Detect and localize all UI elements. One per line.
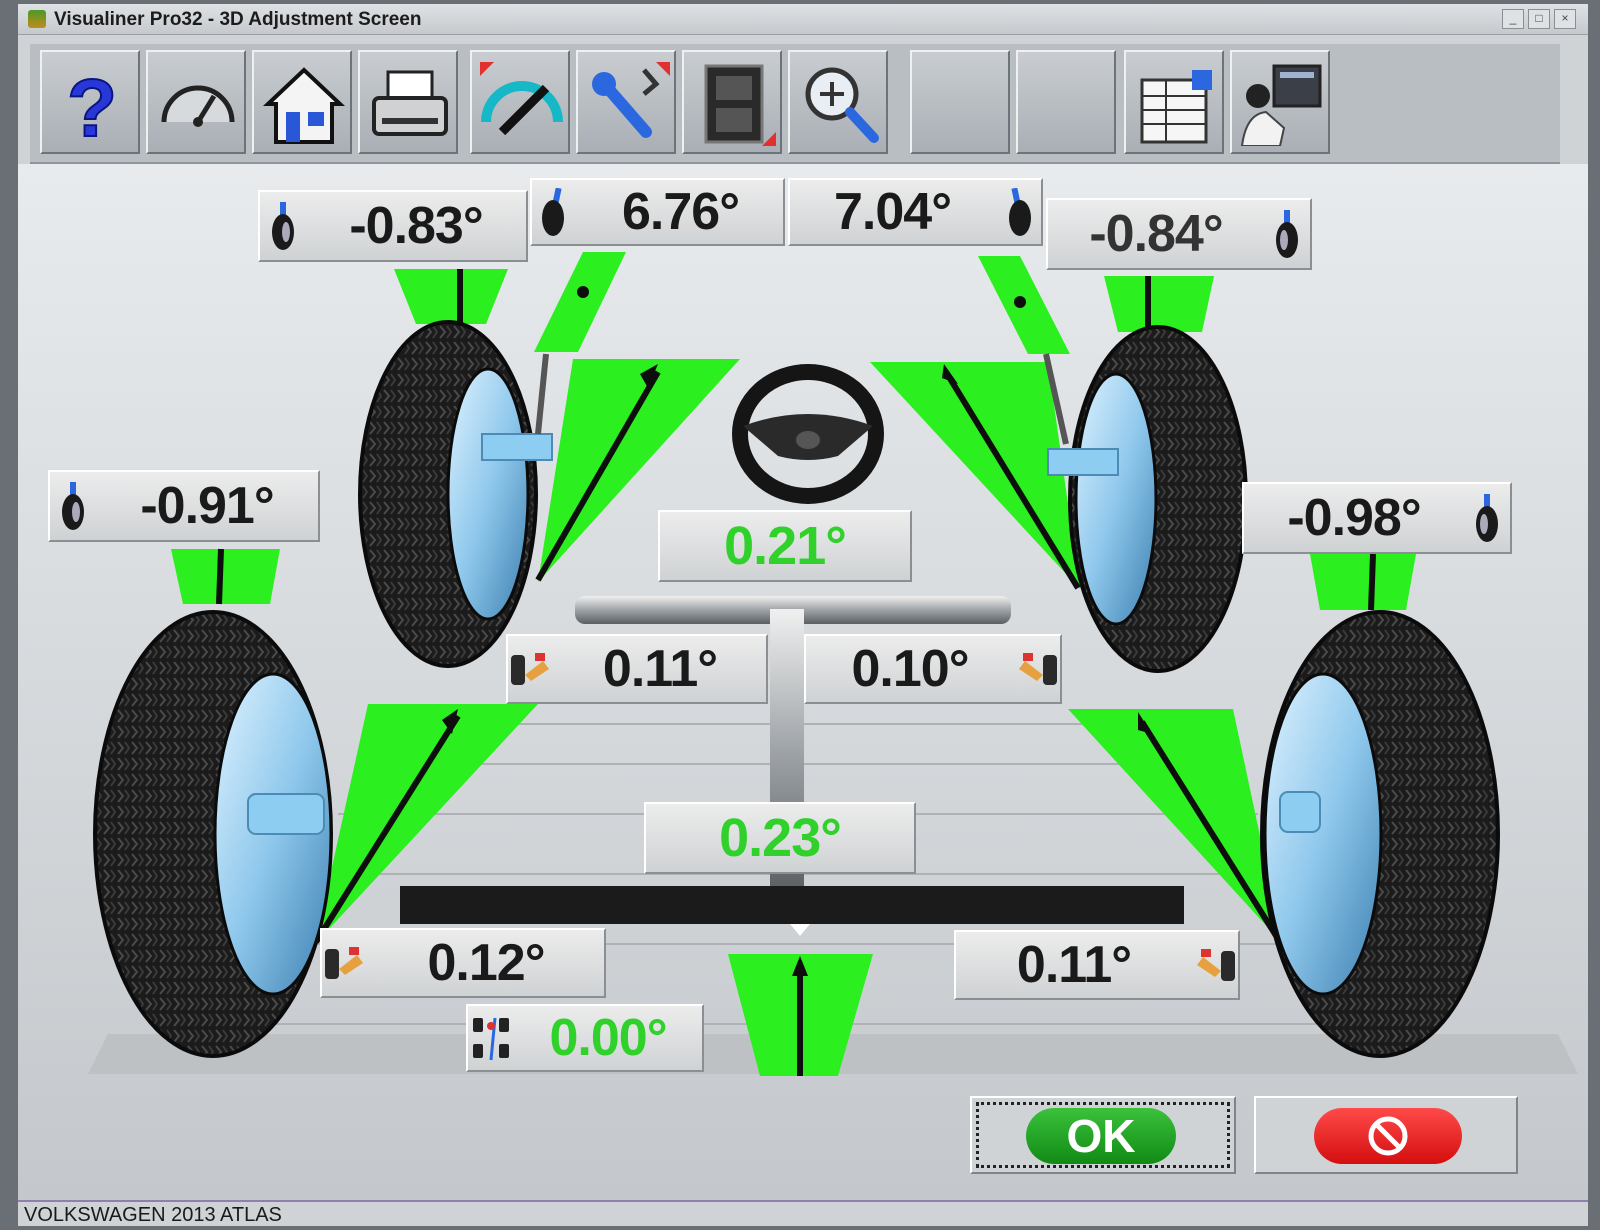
front-left-caster-value: 6.76° xyxy=(621,183,740,241)
app-window: Visualiner Pro32 - 3D Adjustment Screen … xyxy=(18,4,1588,1226)
gauge-button[interactable] xyxy=(146,50,246,154)
maximize-button[interactable]: □ xyxy=(1528,9,1550,29)
home-button[interactable] xyxy=(252,50,352,154)
protractor-icon xyxy=(480,62,563,136)
front-right-camber-readout[interactable]: -0.84° xyxy=(1046,198,1312,270)
vehicle-diagram xyxy=(18,164,1588,1226)
cancel-button[interactable] xyxy=(1254,1096,1518,1174)
front-right-caster-readout[interactable]: 7.04° xyxy=(788,178,1043,246)
house-icon xyxy=(262,67,346,144)
blank-button-2[interactable] xyxy=(1016,50,1116,154)
front-right-caster-value: 7.04° xyxy=(833,183,952,241)
thrust-angle-readout[interactable]: 0.00° xyxy=(466,1004,704,1072)
app-logo-icon xyxy=(28,10,46,28)
close-button[interactable]: × xyxy=(1554,9,1576,29)
thrust-angle-icon xyxy=(468,1012,514,1064)
minimize-button[interactable]: _ xyxy=(1502,9,1524,29)
blank-button-1[interactable] xyxy=(910,50,1010,154)
thrust-angle-value: 0.00° xyxy=(549,1009,667,1067)
rear-left-wheel xyxy=(93,610,333,1058)
adjust-button[interactable] xyxy=(576,50,676,154)
rear-total-toe-readout[interactable]: 0.23° xyxy=(644,802,916,874)
front-right-toe-readout[interactable]: 0.10° xyxy=(804,634,1062,704)
print-button[interactable] xyxy=(358,50,458,154)
rear-left-camber-readout[interactable]: -0.91° xyxy=(48,470,320,542)
magnifier-icon xyxy=(805,67,879,143)
camber-icon xyxy=(1464,492,1510,544)
toe-icon xyxy=(1014,643,1060,695)
cancel-pill xyxy=(1314,1108,1462,1164)
rear-right-camber-readout[interactable]: -0.98° xyxy=(1242,482,1512,554)
rear-right-wheel xyxy=(1260,610,1500,1058)
front-left-caster-readout[interactable]: 6.76° xyxy=(530,178,785,246)
svg-text:?: ? xyxy=(67,63,117,146)
rear-left-toe-value: 0.12° xyxy=(427,934,545,992)
front-right-camber-value: -0.84° xyxy=(1089,205,1223,263)
camber-icon xyxy=(260,200,306,252)
no-entry-icon xyxy=(1368,1116,1408,1156)
status-bar: VOLKSWAGEN 2013 ATLAS xyxy=(18,1200,1588,1226)
rear-left-toe-readout[interactable]: 0.12° xyxy=(320,928,606,998)
filmstrip-icon xyxy=(704,64,776,146)
wrench-icon xyxy=(592,62,670,138)
toe-icon xyxy=(322,937,368,989)
front-left-camber-readout[interactable]: -0.83° xyxy=(258,190,528,262)
rear-right-toe-value: 0.11° xyxy=(1016,936,1132,994)
question-mark-icon: ? xyxy=(66,62,118,146)
rear-right-camber-value: -0.98° xyxy=(1287,489,1421,547)
caster-icon xyxy=(995,186,1041,238)
printer-icon xyxy=(372,70,448,136)
help-button[interactable]: ? xyxy=(40,50,140,154)
front-left-toe-readout[interactable]: 0.11° xyxy=(506,634,768,704)
ok-button[interactable]: OK xyxy=(970,1096,1236,1174)
title-bar: Visualiner Pro32 - 3D Adjustment Screen … xyxy=(18,4,1588,35)
front-total-toe-value: 0.21° xyxy=(724,516,847,576)
front-left-camber-value: -0.83° xyxy=(349,197,483,255)
speedometer-icon xyxy=(161,85,235,127)
window-title: Visualiner Pro32 - 3D Adjustment Screen xyxy=(54,9,422,30)
front-right-toe-value: 0.10° xyxy=(851,640,969,698)
toe-icon xyxy=(508,643,554,695)
toe-icon xyxy=(1192,939,1238,991)
rear-total-toe-value: 0.23° xyxy=(719,808,842,868)
caster-icon xyxy=(532,186,578,238)
toolbar: ? xyxy=(30,44,1560,165)
spreadsheet-icon xyxy=(1140,70,1212,144)
spec-sheet-button[interactable] xyxy=(1124,50,1224,154)
vehicle-info: VOLKSWAGEN 2013 ATLAS xyxy=(24,1204,282,1226)
camber-icon xyxy=(50,480,96,532)
front-left-toe-value: 0.11° xyxy=(602,640,718,698)
camber-icon xyxy=(1264,208,1310,260)
film-button[interactable] xyxy=(682,50,782,154)
measure-button[interactable] xyxy=(470,50,570,154)
zoom-button[interactable] xyxy=(788,50,888,154)
rear-left-camber-value: -0.91° xyxy=(140,477,274,535)
front-total-toe-readout[interactable]: 0.21° xyxy=(658,510,912,582)
ok-label: OK xyxy=(1026,1108,1176,1164)
rear-right-toe-readout[interactable]: 0.11° xyxy=(954,930,1240,1000)
technician-button[interactable] xyxy=(1230,50,1330,154)
technician-icon xyxy=(1240,64,1322,146)
alignment-stage: -0.83° 6.76° 7.04° -0.84° -0.91° -0.98° … xyxy=(18,164,1588,1226)
